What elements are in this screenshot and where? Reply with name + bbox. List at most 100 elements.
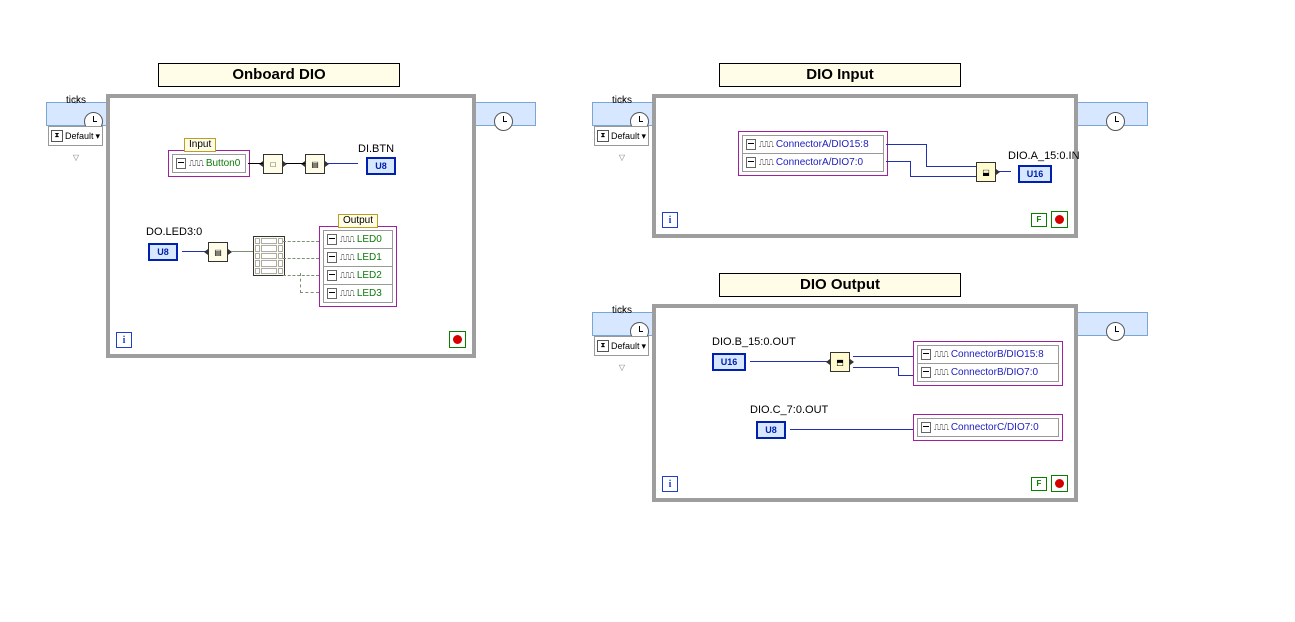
chevron-down-icon: ▾ xyxy=(642,341,647,352)
loop-header-left: ▽ ticks ▽ xyxy=(46,102,108,126)
dio-c-out-control[interactable]: U8 xyxy=(756,421,786,439)
stop-terminal[interactable]: F xyxy=(1031,475,1068,492)
led0-io[interactable]: ⎍⎍⎍LED0 xyxy=(324,231,392,249)
dio-b-out-control[interactable]: U16 xyxy=(712,353,746,371)
dio-input-title: DIO Input xyxy=(719,63,961,87)
dio-input-loop: i F ⎍⎍⎍ConnectorA/DIO15:8 ⎍⎍⎍ConnectorA/… xyxy=(652,94,1078,238)
dio-output-title: DIO Output xyxy=(719,273,961,297)
metronome-icon: ⧗ xyxy=(597,130,609,142)
timing-default[interactable]: ⧗Default▾ xyxy=(594,126,649,146)
onboard-loop: i Input ⎍⎍⎍Button0 □ ▤ DI.BTN U8 DO.LED3… xyxy=(106,94,476,358)
output-group: Output ⎍⎍⎍LED0 ⎍⎍⎍LED1 ⎍⎍⎍LED2 ⎍⎍⎍LED3 xyxy=(319,226,397,307)
loop-header-right xyxy=(474,102,536,126)
led2-io[interactable]: ⎍⎍⎍LED2 xyxy=(324,267,392,285)
wire xyxy=(898,367,899,375)
led3-io[interactable]: ⎍⎍⎍LED3 xyxy=(324,285,392,302)
di-btn-indicator[interactable]: U8 xyxy=(366,157,396,175)
wire xyxy=(886,144,926,145)
do-led-label: DO.LED3:0 xyxy=(146,226,202,238)
clock-icon xyxy=(1106,112,1125,131)
arrow-down-icon: ▽ xyxy=(71,155,81,161)
wave-icon: ⎍⎍⎍ xyxy=(934,423,948,433)
bool-icon xyxy=(746,157,756,168)
wave-icon: ⎍⎍⎍ xyxy=(759,140,773,150)
clock-icon xyxy=(494,112,513,131)
wire xyxy=(898,375,913,376)
iteration-terminal: i xyxy=(662,212,678,228)
conn-a-hi[interactable]: ⎍⎍⎍ConnectorA/DIO15:8 xyxy=(743,136,883,154)
stop-icon xyxy=(1051,211,1068,228)
join-numbers-fn[interactable]: ⬓ xyxy=(976,162,996,182)
metronome-icon: ⧗ xyxy=(597,340,609,352)
do-led-control[interactable]: U8 xyxy=(148,243,178,261)
bool-icon xyxy=(327,234,337,245)
dio-a-in-label: DIO.A_15:0.IN xyxy=(1008,150,1080,162)
dio-b-out-label: DIO.B_15:0.OUT xyxy=(712,336,796,348)
conn-a-group: ⎍⎍⎍ConnectorA/DIO15:8 ⎍⎍⎍ConnectorA/DIO7… xyxy=(738,131,888,176)
wire xyxy=(926,166,976,167)
wire xyxy=(300,273,301,293)
dio-output-loop-wrap: ▽ ticks ▽ ⧗Default▾ i F DIO.B_15:0.OUT U… xyxy=(592,304,1148,502)
wave-icon: ⎍⎍⎍ xyxy=(934,350,948,360)
timing-default[interactable]: ⧗Default▾ xyxy=(594,336,649,356)
stop-terminal[interactable]: F xyxy=(1031,211,1068,228)
conn-b-hi[interactable]: ⎍⎍⎍ConnectorB/DIO15:8 xyxy=(918,346,1058,364)
wave-icon: ⎍⎍⎍ xyxy=(340,235,354,245)
dio-output-loop: i F DIO.B_15:0.OUT U16 ⬒ ⎍⎍⎍ConnectorB/D… xyxy=(652,304,1078,502)
clock-icon xyxy=(1106,322,1125,341)
bool-icon xyxy=(921,349,931,360)
num-to-bool-array-fn[interactable]: ▤ xyxy=(208,242,228,262)
ticks-label: ticks xyxy=(66,95,86,106)
wire xyxy=(910,161,911,176)
wire xyxy=(886,161,910,162)
conn-b-lo[interactable]: ⎍⎍⎍ConnectorB/DIO7:0 xyxy=(918,364,1058,381)
bool-to-num-fn[interactable]: □ xyxy=(263,154,283,174)
iteration-terminal: i xyxy=(662,476,678,492)
stop-terminal[interactable] xyxy=(449,331,466,348)
wave-icon: ⎍⎍⎍ xyxy=(340,289,354,299)
conn-c[interactable]: ⎍⎍⎍ConnectorC/DIO7:0 xyxy=(918,419,1058,436)
wire xyxy=(248,163,263,164)
input-group: Input ⎍⎍⎍Button0 xyxy=(168,150,250,177)
false-const: F xyxy=(1031,477,1047,491)
index-array-fn[interactable] xyxy=(253,236,285,276)
chevron-down-icon: ▾ xyxy=(96,131,101,142)
wire xyxy=(926,144,927,166)
split-number-fn[interactable]: ⬒ xyxy=(830,352,850,372)
wire xyxy=(853,356,913,357)
dio-c-out-label: DIO.C_7:0.OUT xyxy=(750,404,828,416)
loop-header-right xyxy=(1076,102,1148,126)
bool-icon xyxy=(327,252,337,263)
dio-a-in-indicator[interactable]: U16 xyxy=(1018,165,1052,183)
dio-input-loop-wrap: ▽ ticks ▽ ⧗Default▾ i F ⎍⎍⎍ConnectorA/DI… xyxy=(592,94,1148,238)
ticks-label: ticks xyxy=(612,305,632,316)
wire xyxy=(286,163,305,164)
led1-io[interactable]: ⎍⎍⎍LED1 xyxy=(324,249,392,267)
wire xyxy=(283,258,319,259)
bool-icon xyxy=(921,367,931,378)
arrow-down-icon: ▽ xyxy=(617,365,627,371)
timing-default[interactable]: ⧗Default▾ xyxy=(48,126,103,146)
button0-io[interactable]: ⎍⎍⎍Button0 xyxy=(173,155,245,172)
di-btn-label: DI.BTN xyxy=(358,143,394,155)
bool-icon xyxy=(327,288,337,299)
wire xyxy=(283,275,319,276)
conn-a-lo[interactable]: ⎍⎍⎍ConnectorA/DIO7:0 xyxy=(743,154,883,171)
wire xyxy=(300,292,319,293)
loop-header-left: ▽ ticks ▽ xyxy=(592,312,654,336)
build-array-fn[interactable]: ▤ xyxy=(305,154,325,174)
conn-c-group: ⎍⎍⎍ConnectorC/DIO7:0 xyxy=(913,414,1063,441)
bool-icon xyxy=(176,158,186,169)
wire xyxy=(328,163,358,164)
ticks-label: ticks xyxy=(612,95,632,106)
iteration-terminal: i xyxy=(116,332,132,348)
loop-header-right xyxy=(1076,312,1148,336)
conn-b-group: ⎍⎍⎍ConnectorB/DIO15:8 ⎍⎍⎍ConnectorB/DIO7… xyxy=(913,341,1063,386)
stop-icon xyxy=(449,331,466,348)
wire xyxy=(283,241,319,242)
wire xyxy=(231,251,253,252)
wave-icon: ⎍⎍⎍ xyxy=(340,253,354,263)
chevron-down-icon: ▾ xyxy=(642,131,647,142)
bool-icon xyxy=(746,139,756,150)
wire xyxy=(790,429,913,430)
